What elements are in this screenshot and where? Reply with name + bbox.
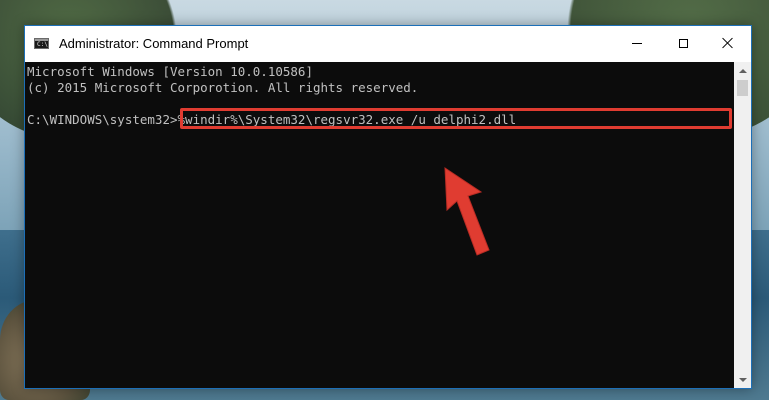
vertical-scrollbar[interactable] [734, 62, 751, 388]
command-prompt-window: C:\ Administrator: Command Prompt Micros… [24, 25, 752, 389]
close-button[interactable] [705, 26, 751, 60]
console-output[interactable]: Microsoft Windows [Version 10.0.10586] (… [25, 62, 734, 388]
cmd-icon-label: C:\ [37, 41, 48, 48]
scroll-down-button[interactable] [734, 371, 751, 388]
minimize-button[interactable] [614, 26, 660, 60]
scroll-thumb[interactable] [737, 80, 748, 96]
window-title: Administrator: Command Prompt [59, 36, 249, 51]
console-line-copyright: (c) 2015 Microsoft Corporotion. All righ… [27, 80, 419, 95]
console-line-version: Microsoft Windows [Version 10.0.10586] [27, 64, 313, 79]
chevron-down-icon [738, 377, 747, 382]
minimize-icon [632, 42, 642, 44]
arrow-icon [444, 167, 490, 256]
cmd-icon: C:\ [34, 38, 49, 49]
maximize-button[interactable] [660, 26, 706, 60]
console-prompt: C:\WINDOWS\system32> [27, 112, 178, 127]
chevron-up-icon [738, 68, 747, 73]
maximize-icon [678, 38, 688, 48]
title-bar[interactable]: C:\ Administrator: Command Prompt [25, 26, 751, 62]
scroll-up-button[interactable] [734, 62, 751, 79]
close-icon [722, 37, 734, 49]
command-highlight-box [180, 108, 732, 129]
